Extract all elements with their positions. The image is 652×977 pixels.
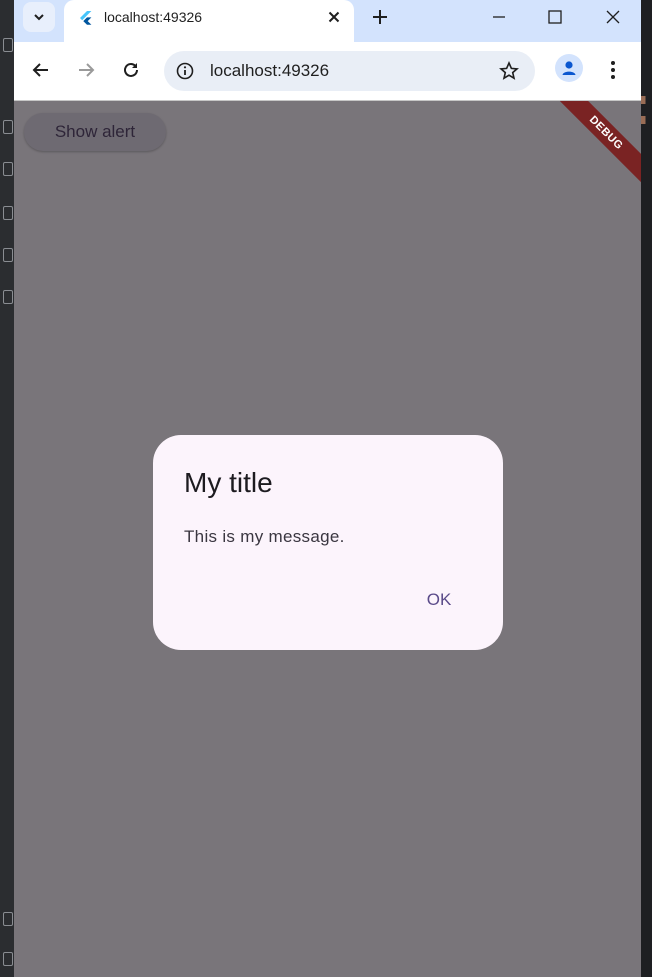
browser-window: localhost:49326 localhost:49326 Show ale…: [14, 0, 641, 977]
tag-icon[interactable]: [3, 290, 13, 304]
flutter-logo-icon: [80, 11, 92, 25]
debug-banner: DEBUG: [552, 101, 641, 187]
code-line: [641, 96, 652, 104]
arrow-right-icon: [79, 63, 95, 77]
tab-strip: localhost:49326: [14, 0, 641, 42]
back-button[interactable]: [26, 55, 56, 85]
tab-title: localhost:49326: [104, 9, 203, 25]
new-tab-button[interactable]: [369, 6, 391, 28]
plus-icon: [373, 10, 387, 24]
reload-icon: [124, 62, 138, 77]
person-icon: [562, 61, 576, 75]
star-icon[interactable]: [499, 61, 519, 81]
arrow-left-icon: [32, 63, 48, 77]
more-vert-icon: [611, 61, 615, 79]
extensions-icon[interactable]: [3, 206, 13, 220]
flutter-app-viewport: Show alert DEBUG My title This is my mes…: [14, 101, 641, 977]
debug-icon[interactable]: [3, 162, 13, 176]
dialog-message: This is my message.: [184, 527, 345, 546]
close-icon: [328, 11, 340, 23]
forward-button[interactable]: [71, 55, 101, 85]
chevron-down-icon: [34, 14, 44, 21]
minimize-icon: [493, 16, 505, 18]
ide-editor-edge: [641, 0, 652, 977]
dialog-title: My title: [184, 467, 273, 498]
folder-icon[interactable]: [3, 38, 13, 52]
flask-icon[interactable]: [3, 248, 13, 262]
browser-menu-button[interactable]: [605, 58, 621, 82]
alert-dialog: My title This is my message. OK: [153, 435, 503, 650]
close-icon: [606, 10, 620, 24]
url-text[interactable]: localhost:49326: [210, 61, 329, 81]
ok-button[interactable]: OK: [416, 585, 462, 615]
account-icon[interactable]: [3, 912, 13, 926]
maximize-button[interactable]: [532, 0, 578, 34]
branch-icon[interactable]: [3, 120, 13, 134]
ide-left-toolbar: [0, 0, 14, 977]
close-window-button[interactable]: [590, 0, 636, 34]
profile-button[interactable]: [555, 54, 583, 82]
settings-icon[interactable]: [3, 952, 13, 966]
browser-tab[interactable]: localhost:49326: [64, 0, 354, 42]
maximize-icon: [548, 10, 562, 24]
minimize-button[interactable]: [476, 0, 522, 34]
code-line: [641, 116, 652, 124]
show-alert-button[interactable]: Show alert: [24, 113, 166, 151]
info-icon[interactable]: [176, 62, 194, 80]
address-bar[interactable]: localhost:49326: [164, 51, 535, 91]
reload-button[interactable]: [116, 55, 146, 85]
close-tab-button[interactable]: [326, 9, 342, 25]
browser-toolbar: localhost:49326: [14, 42, 641, 101]
tab-search-button[interactable]: [23, 2, 55, 32]
